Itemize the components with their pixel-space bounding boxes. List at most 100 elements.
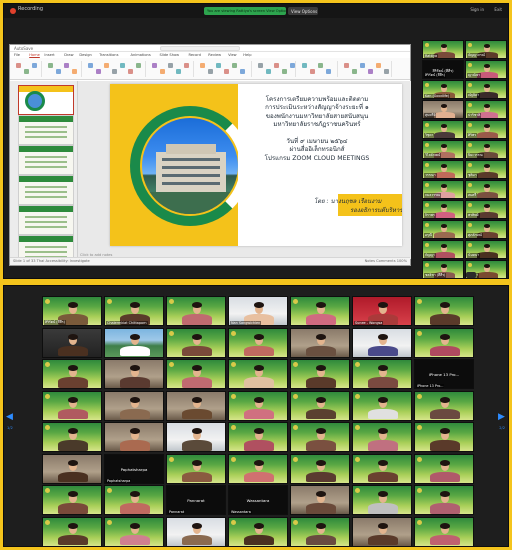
participant-video-tile[interactable] [104, 327, 164, 358]
participant-video-tile[interactable] [352, 327, 412, 358]
participant-video-tile[interactable]: ศิริพร [465, 120, 507, 139]
participant-video-tile[interactable]: กมลวรรณ [422, 180, 464, 199]
participant-video-tile[interactable] [166, 516, 226, 547]
slide-thumbnail[interactable] [18, 145, 74, 175]
ppt-tab[interactable]: Animations [131, 53, 151, 57]
participant-video-tile[interactable] [414, 516, 474, 547]
participant-video-tile[interactable] [166, 296, 226, 326]
participant-video-tile[interactable]: iPhone 13 Pro... iPhone 13 Pro... [414, 359, 474, 389]
ribbon-tool-icon[interactable] [274, 63, 279, 68]
participant-video-tile[interactable] [104, 390, 164, 421]
ribbon-tool-icon[interactable] [266, 69, 271, 74]
participant-video-tile[interactable]: สุนทรีย์ [422, 100, 464, 119]
ribbon-tool-icon[interactable] [200, 63, 205, 68]
participant-video-tile[interactable]: นันทนา [465, 240, 507, 259]
participant-video-tile[interactable] [104, 485, 164, 515]
ppt-tab[interactable]: File [14, 53, 20, 57]
participant-video-tile[interactable]: Wassantara Wassantara [228, 485, 288, 515]
participant-video-tile[interactable] [166, 453, 226, 484]
participant-video-tile[interactable] [290, 359, 350, 389]
participant-video-tile[interactable]: สิริรัตน์ (สีสีร) สิริรัตน์ (สีสีร) [422, 60, 464, 79]
participant-video-tile[interactable] [290, 485, 350, 515]
ribbon-tool-icon[interactable] [224, 69, 229, 74]
participant-video-tile[interactable] [352, 516, 412, 547]
participant-video-tile[interactable] [228, 453, 288, 484]
view-options-button[interactable]: View Options [288, 7, 318, 15]
ppt-tab[interactable]: Home [29, 53, 40, 57]
participant-video-tile[interactable] [166, 359, 226, 389]
ribbon-tool-icon[interactable] [160, 69, 165, 74]
ribbon-tool-icon[interactable] [16, 63, 21, 68]
ribbon-tool-icon[interactable] [282, 69, 287, 74]
participant-video-tile[interactable]: สิริรัตน์ (สีสีร) [42, 296, 102, 326]
ribbon-tool-icon[interactable] [96, 69, 101, 74]
participant-video-tile[interactable] [414, 390, 474, 421]
participant-video-tile[interactable] [42, 516, 102, 547]
participant-video-tile[interactable] [104, 422, 164, 452]
ribbon-tool-icon[interactable] [290, 63, 295, 68]
ribbon-tool-icon[interactable] [120, 63, 125, 68]
participant-video-tile[interactable] [290, 516, 350, 547]
participant-video-tile[interactable] [166, 422, 226, 452]
participant-video-tile[interactable] [42, 390, 102, 421]
participant-video-tile[interactable]: ชุติมา [465, 160, 507, 179]
participant-video-tile[interactable] [42, 485, 102, 515]
ribbon-tool-icon[interactable] [216, 63, 221, 68]
gallery-toggle-button[interactable] [466, 272, 476, 278]
ppt-search-box[interactable] [160, 46, 240, 51]
slide-thumbnail[interactable] [18, 175, 74, 205]
previous-page-icon[interactable]: ◀ [6, 412, 14, 426]
participant-video-tile[interactable]: ศุภลักษณ์ [465, 220, 507, 239]
ribbon-tool-icon[interactable] [112, 69, 117, 74]
participant-video-tile[interactable]: ธัญญาภรณ์ [465, 40, 507, 59]
participant-video-tile[interactable] [352, 422, 412, 452]
next-page-icon[interactable]: ▶ [498, 412, 506, 426]
participant-video-tile[interactable]: ณัฐธิดา [465, 80, 507, 99]
slide-thumbnail[interactable] [18, 115, 74, 145]
participant-video-tile[interactable] [290, 390, 350, 421]
ppt-tab[interactable]: View [228, 53, 237, 57]
ribbon-tool-icon[interactable] [344, 63, 349, 68]
participant-video-tile[interactable]: วิชุดา [422, 120, 464, 139]
ribbon-tool-icon[interactable] [368, 69, 373, 74]
participant-video-tile[interactable]: Rattiya [422, 40, 464, 59]
ppt-tab[interactable]: Draw [64, 53, 73, 57]
participant-video-tile[interactable]: วรรณา [422, 160, 464, 179]
participant-video-tile[interactable] [352, 453, 412, 484]
exit-button[interactable]: Exit [494, 7, 502, 12]
ribbon-tool-icon[interactable] [176, 69, 181, 74]
participant-video-tile[interactable] [104, 516, 164, 547]
participant-video-tile[interactable]: พรทิพย์ [465, 200, 507, 219]
participant-video-tile[interactable]: ปิยะวรรณ [465, 140, 507, 159]
participant-video-tile[interactable] [290, 453, 350, 484]
ribbon-tool-icon[interactable] [104, 63, 109, 68]
participant-video-tile[interactable] [104, 359, 164, 389]
participant-video-tile[interactable]: วิไลลักษณ์ [422, 140, 464, 159]
participant-video-tile[interactable]: Pannarat Pannarat [166, 485, 226, 515]
slide-thumbnail[interactable] [18, 85, 74, 115]
ribbon-tool-icon[interactable] [318, 63, 323, 68]
participant-video-tile[interactable] [352, 485, 412, 515]
ppt-tab[interactable]: Help [243, 53, 251, 57]
ribbon-tool-icon[interactable] [240, 69, 245, 74]
participant-video-tile[interactable]: Paphatsharpa Paphatsharpa [104, 453, 164, 484]
participant-video-tile[interactable] [414, 453, 474, 484]
ribbon-tool-icon[interactable] [376, 63, 381, 68]
ppt-tab[interactable]: Design [79, 53, 91, 57]
ribbon-tool-icon[interactable] [352, 69, 357, 74]
ribbon-tool-icon[interactable] [302, 63, 307, 68]
ppt-tab[interactable]: Insert [44, 53, 54, 57]
participant-video-tile[interactable] [414, 422, 474, 452]
ribbon-tool-icon[interactable] [384, 69, 389, 74]
participant-video-tile[interactable] [42, 359, 102, 389]
participant-video-tile[interactable] [228, 359, 288, 389]
participant-video-tile[interactable]: กัญญา [422, 240, 464, 259]
participant-video-tile[interactable] [414, 485, 474, 515]
participant-video-tile[interactable] [228, 422, 288, 452]
participant-video-tile[interactable]: Sunee - Wongsa [352, 296, 412, 326]
ribbon-tool-icon[interactable] [168, 63, 173, 68]
ribbon-tool-icon[interactable] [232, 63, 237, 68]
participant-video-tile[interactable]: อรุณี [422, 220, 464, 239]
participant-video-tile[interactable] [352, 359, 412, 389]
ribbon-tool-icon[interactable] [326, 69, 331, 74]
